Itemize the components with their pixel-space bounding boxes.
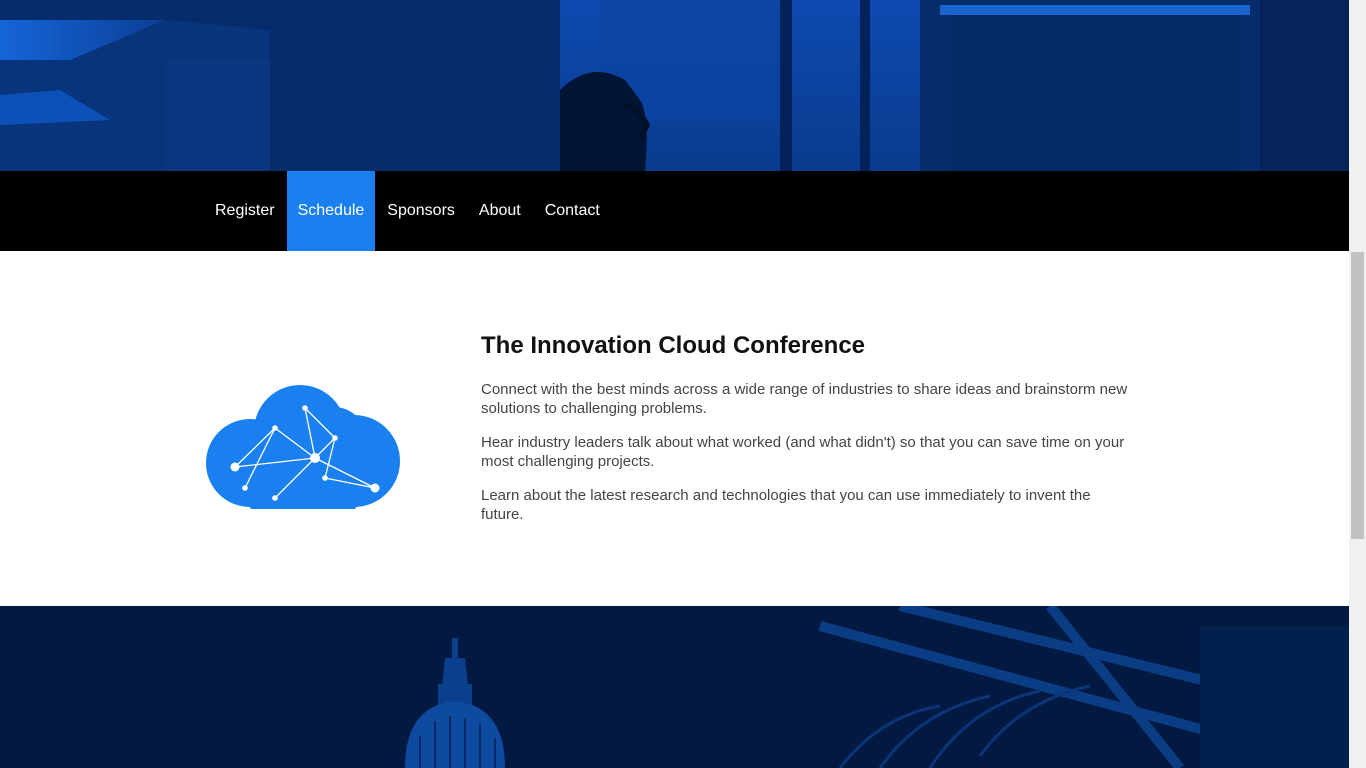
- main-navbar: Register Schedule Sponsors About Contact: [0, 171, 1349, 251]
- page-scrollbar[interactable]: [1349, 0, 1366, 768]
- cloud-network-icon: [204, 379, 402, 511]
- intro-paragraph-2: Hear industry leaders talk about what wo…: [481, 434, 1125, 470]
- nav-list: Register Schedule Sponsors About Contact: [203, 171, 612, 251]
- page-title: The Innovation Cloud Conference: [481, 332, 866, 359]
- intro-paragraph-3: Learn about the latest research and tech…: [481, 487, 1091, 523]
- nav-item-contact[interactable]: Contact: [533, 171, 612, 251]
- nav-item-register[interactable]: Register: [203, 171, 287, 251]
- hero-city-image: [0, 606, 1349, 768]
- page-content: Register Schedule Sponsors About Contact: [0, 0, 1349, 768]
- nav-item-about[interactable]: About: [467, 171, 533, 251]
- hero-office-graphic: [0, 0, 1349, 171]
- intro-text-block: The Innovation Cloud Conference Connect …: [481, 331, 1131, 539]
- nav-item-schedule[interactable]: Schedule: [286, 171, 376, 251]
- nav-item-sponsors[interactable]: Sponsors: [375, 171, 467, 251]
- intro-paragraph-1: Connect with the best minds across a wid…: [481, 381, 1128, 417]
- page: Register Schedule Sponsors About Contact: [0, 0, 1366, 768]
- scrollbar-thumb[interactable]: [1351, 252, 1364, 539]
- hero-city-graphic: [0, 606, 1349, 768]
- hero-office-image: [0, 0, 1349, 171]
- intro-section: The Innovation Cloud Conference Connect …: [0, 251, 1349, 606]
